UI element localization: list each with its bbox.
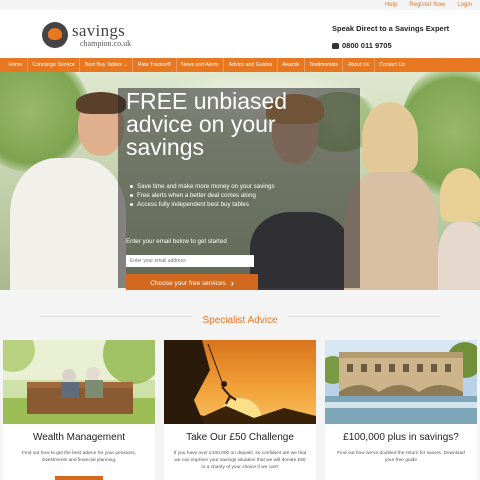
register-link[interactable]: Register Now	[409, 0, 445, 10]
hero-signup-panel: FREE unbiased advice on your savings Sav…	[118, 88, 360, 290]
nav-best-buy-tables[interactable]: Best Buy Tables ⌄	[80, 58, 134, 72]
help-link[interactable]: Help	[385, 0, 397, 10]
card-title: Take Our £50 Challenge	[186, 432, 294, 443]
logo-domain: champion.co.uk	[80, 39, 132, 48]
benefit-item: Save time and make more money on your sa…	[130, 182, 275, 191]
card-image-bridge	[325, 340, 477, 424]
nav-news-alerts[interactable]: News and Alerts	[177, 58, 225, 72]
cta-label: Choose your free services	[150, 279, 226, 287]
card-50-challenge[interactable]: Take Our £50 Challenge If you have over …	[164, 340, 316, 480]
contact-block: Speak Direct to a Savings Expert 0800 01…	[332, 24, 449, 50]
hero-banner: FREE unbiased advice on your savings Sav…	[0, 72, 480, 290]
nav-about-us[interactable]: About Us	[343, 58, 375, 72]
nav-home[interactable]: Home	[4, 58, 28, 72]
card-text: If you have over £100,000 on deposit, so…	[173, 451, 307, 470]
card-button[interactable]	[55, 476, 103, 480]
hero-benefits-list: Save time and make more money on your sa…	[130, 182, 275, 209]
chevron-right-icon: ›	[230, 278, 234, 288]
benefit-item: Access fully independent best buy tables	[130, 200, 275, 209]
card-image-climber	[164, 340, 316, 424]
nav-awards[interactable]: Awards	[278, 58, 305, 72]
phone-icon	[332, 42, 339, 49]
section-title: Specialist Advice	[192, 315, 288, 326]
nav-concierge[interactable]: Concierge Service	[28, 58, 81, 72]
nav-advice-guides[interactable]: Advice and Guides	[224, 58, 278, 72]
card-title: £100,000 plus in savings?	[343, 432, 459, 443]
contact-title: Speak Direct to a Savings Expert	[332, 24, 450, 33]
hero-title: FREE unbiased advice on your savings	[126, 88, 288, 160]
bullet-icon	[130, 185, 133, 188]
choose-services-button[interactable]: Choose your free services ›	[126, 274, 258, 290]
site-header: savings champion.co.uk Speak Direct to a…	[0, 10, 480, 58]
signup-prompt: Enter your email below to get started	[126, 238, 227, 245]
card-100000-plus[interactable]: £100,000 plus in savings? Find out how w…	[325, 340, 477, 480]
logo-name: savings	[72, 21, 126, 40]
phone-number: 0800 011 9705	[342, 41, 392, 50]
piggy-bank-icon	[42, 22, 68, 48]
nav-testimonials[interactable]: Testimonials	[305, 58, 344, 72]
benefit-item: Free alerts when a better deal comes alo…	[130, 191, 275, 200]
card-image-bench	[3, 340, 155, 424]
nav-rate-tracker[interactable]: Rate Tracker®	[133, 58, 177, 72]
main-nav: Home Concierge Service Best Buy Tables ⌄…	[0, 58, 480, 72]
bullet-icon	[130, 203, 133, 206]
card-title: Wealth Management	[32, 432, 126, 443]
card-wealth-management[interactable]: Wealth Management Find out how to get th…	[3, 340, 155, 480]
card-text: Find out how we've doubled the return fo…	[337, 451, 465, 463]
login-link[interactable]: Login	[457, 0, 472, 10]
page: Help Register Now Login savings champion…	[0, 0, 480, 480]
card-text: Find out how to get the best advice for …	[22, 451, 136, 463]
specialist-advice-heading: Specialist Advice	[0, 310, 480, 328]
contact-phone[interactable]: 0800 011 9705	[332, 41, 449, 50]
utility-links: Help Register Now Login	[385, 0, 472, 10]
nav-contact-us[interactable]: Contact Us	[375, 58, 410, 72]
bullet-icon	[130, 194, 133, 197]
tree-foliage	[0, 72, 90, 172]
site-logo[interactable]: savings champion.co.uk	[42, 22, 131, 48]
email-input[interactable]	[126, 255, 254, 267]
